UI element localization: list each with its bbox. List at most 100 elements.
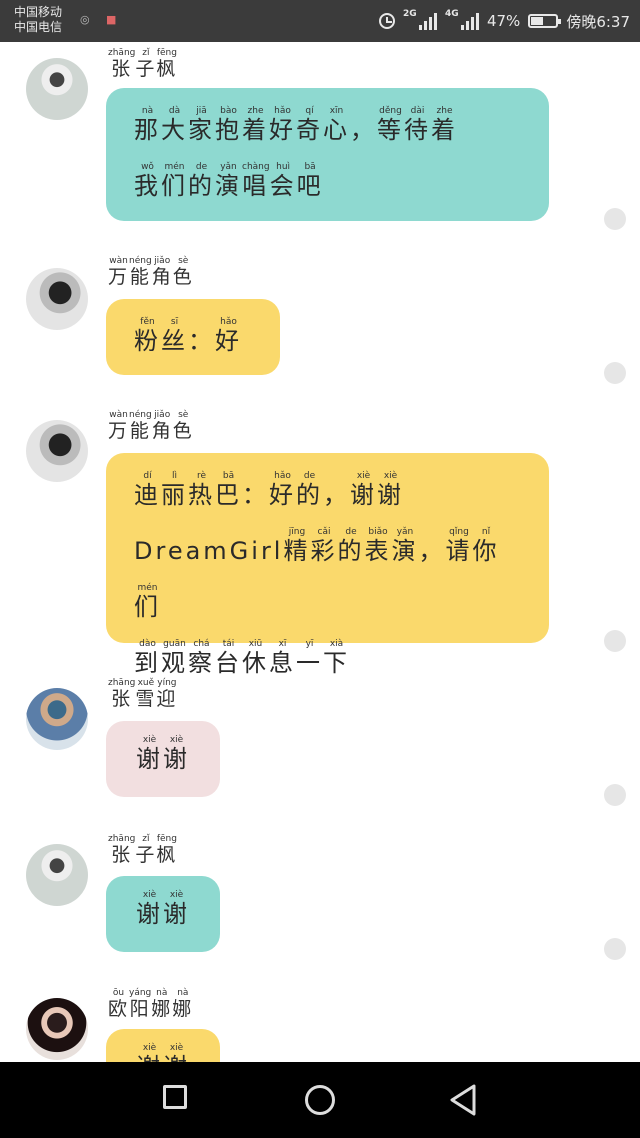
char: ， bbox=[418, 537, 446, 565]
char: 抱bào bbox=[215, 106, 242, 144]
avatar[interactable] bbox=[26, 844, 88, 906]
char: 谢xiè bbox=[136, 890, 163, 928]
pinyin: mén bbox=[134, 583, 161, 593]
sender-name: 万wàn能néng角jiǎo色sè bbox=[108, 410, 194, 443]
pinyin: néng bbox=[129, 410, 152, 420]
pinyin: hǎo bbox=[269, 471, 296, 481]
pinyin: ōu bbox=[108, 988, 129, 998]
pinyin: nà bbox=[172, 988, 194, 998]
char: 家jiā bbox=[188, 106, 215, 144]
pinyin: nǐ bbox=[472, 527, 500, 537]
char: 演yǎn bbox=[215, 162, 242, 200]
char: 雪xuě bbox=[135, 678, 157, 710]
char: 休xiū bbox=[242, 639, 269, 677]
char: 好hǎo bbox=[215, 317, 242, 355]
signal-icon-1: 2G bbox=[403, 9, 437, 30]
pinyin: xiè bbox=[377, 471, 404, 481]
pinyin: xī bbox=[269, 639, 296, 649]
char: 角jiǎo bbox=[151, 410, 173, 442]
char: 下xià bbox=[323, 639, 350, 677]
char: 谢xiè bbox=[163, 735, 190, 773]
pinyin: dí bbox=[134, 471, 161, 481]
message-line: 那nà大dà家jiā抱bào着zhe好hǎo奇qí心xīn，等děng待dài着… bbox=[134, 102, 521, 158]
avatar[interactable] bbox=[26, 420, 88, 482]
battery-icon bbox=[528, 14, 562, 28]
battery-percent: 47% bbox=[486, 12, 521, 30]
char: 万wàn bbox=[108, 410, 130, 442]
message-bubble[interactable]: 粉fěn丝sī：好hǎo bbox=[106, 299, 280, 375]
home-icon[interactable] bbox=[302, 1082, 338, 1118]
char: 好hǎo bbox=[269, 471, 296, 509]
sender-name: 万wàn能néng角jiǎo色sè bbox=[108, 256, 194, 289]
pinyin: de bbox=[188, 162, 215, 172]
char: 的de bbox=[296, 471, 323, 509]
char: 娜nà bbox=[151, 988, 173, 1020]
pinyin: chá bbox=[188, 639, 215, 649]
char: 台tái bbox=[215, 639, 242, 677]
pinyin: zǐ bbox=[135, 48, 157, 58]
pinyin: dào bbox=[134, 639, 161, 649]
char: ： bbox=[188, 327, 215, 355]
pinyin: guān bbox=[161, 639, 188, 649]
pinyin: yáng bbox=[129, 988, 152, 998]
pinyin: xiè bbox=[163, 1043, 190, 1053]
char: 等děng bbox=[377, 106, 404, 144]
pinyin: jiǎo bbox=[151, 410, 173, 420]
select-indicator[interactable] bbox=[604, 630, 626, 652]
message-bubble[interactable]: 迪dí丽lì热rè巴bā：好hǎo的de，谢xiè谢xiè DreamGirl精j… bbox=[106, 453, 549, 677]
char: 唱chàng bbox=[242, 162, 270, 200]
alarm-icon bbox=[378, 13, 395, 29]
pinyin: hǎo bbox=[215, 317, 242, 327]
pinyin: nà bbox=[151, 988, 173, 998]
select-indicator[interactable] bbox=[604, 938, 626, 960]
char: 枫fēng bbox=[156, 834, 178, 866]
pinyin: zǐ bbox=[135, 834, 157, 844]
message-bubble[interactable]: 谢xiè谢xiè bbox=[106, 721, 220, 797]
avatar[interactable] bbox=[26, 268, 88, 330]
char: 吧bā bbox=[296, 162, 324, 200]
carrier-1: 中国移动 bbox=[14, 5, 63, 19]
pinyin: dà bbox=[161, 106, 188, 116]
select-indicator[interactable] bbox=[604, 208, 626, 230]
avatar[interactable] bbox=[26, 688, 88, 750]
pinyin: biǎo bbox=[364, 527, 392, 537]
pinyin: sī bbox=[161, 317, 188, 327]
pinyin: néng bbox=[129, 256, 152, 266]
char: 张zhāng bbox=[108, 678, 136, 710]
message-line: 我wǒ们mén的de演yǎn唱chàng会huì吧bā bbox=[134, 158, 521, 214]
carrier-info: 中国移动 中国电信 bbox=[14, 5, 62, 35]
pinyin: zhāng bbox=[108, 678, 136, 688]
char: 娜nà bbox=[172, 988, 194, 1020]
clock: 傍晚6:37 bbox=[566, 12, 630, 31]
char: 一yī bbox=[296, 639, 323, 677]
char: 我wǒ bbox=[134, 162, 161, 200]
sender-name: 张zhāng子zǐ枫fēng bbox=[108, 834, 177, 867]
select-indicator[interactable] bbox=[604, 784, 626, 806]
avatar[interactable] bbox=[26, 998, 88, 1060]
char: 张zhāng bbox=[108, 834, 136, 866]
pinyin: sè bbox=[172, 410, 194, 420]
pinyin: rè bbox=[188, 471, 215, 481]
char: 巴bā bbox=[215, 471, 242, 509]
select-indicator[interactable] bbox=[604, 362, 626, 384]
back-icon[interactable] bbox=[446, 1082, 482, 1118]
char: 演yǎn bbox=[391, 527, 419, 565]
char: 的de bbox=[337, 527, 365, 565]
status-bar: 中国移动 中国电信 ◎ ■ 2G 4G 47% 傍晚6:37 bbox=[0, 0, 640, 42]
pinyin: sè bbox=[172, 256, 194, 266]
message-bubble[interactable]: 那nà大dà家jiā抱bào着zhe好hǎo奇qí心xīn，等děng待dài着… bbox=[106, 88, 549, 221]
pinyin: cǎi bbox=[310, 527, 338, 537]
pinyin: de bbox=[337, 527, 365, 537]
avatar[interactable] bbox=[26, 58, 88, 120]
pinyin: jiā bbox=[188, 106, 215, 116]
pinyin: xià bbox=[323, 639, 350, 649]
pinyin: yíng bbox=[156, 678, 178, 688]
pinyin: lì bbox=[161, 471, 188, 481]
pinyin: zhāng bbox=[108, 48, 136, 58]
char: 色sè bbox=[172, 256, 194, 288]
recent-apps-icon[interactable] bbox=[160, 1082, 196, 1118]
char: 万wàn bbox=[108, 256, 130, 288]
char: 请qǐng bbox=[445, 527, 473, 565]
pinyin: xiè bbox=[136, 890, 163, 900]
message-bubble[interactable]: 谢xiè谢xiè bbox=[106, 876, 220, 952]
